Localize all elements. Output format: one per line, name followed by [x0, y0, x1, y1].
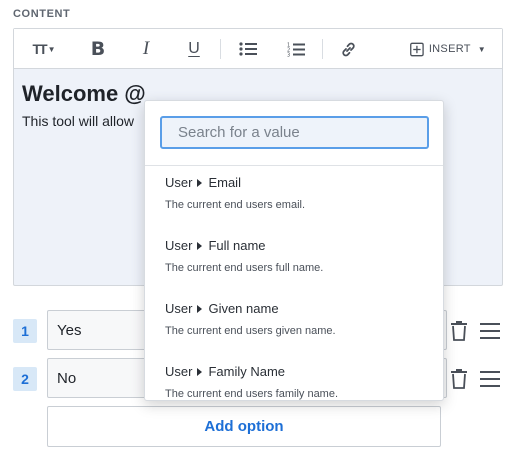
drag-handle[interactable]	[479, 319, 501, 343]
value-item-name: Family Name	[208, 364, 286, 379]
value-item-group: User	[165, 238, 193, 253]
bulleted-list-button[interactable]	[236, 37, 260, 61]
value-item-group: User	[165, 301, 193, 316]
value-list-item[interactable]: User Email The current end users email.	[145, 167, 443, 230]
value-item-name: Full name	[208, 238, 266, 253]
value-item-description: The current end users given name.	[165, 325, 336, 337]
plus-box-icon	[410, 42, 424, 56]
caret-right-icon	[197, 178, 203, 187]
trash-icon	[451, 369, 467, 389]
italic-button[interactable]: I	[134, 37, 158, 61]
insert-button[interactable]: INSERT ▼	[410, 37, 486, 61]
delete-option-button[interactable]	[449, 319, 469, 343]
value-search-input[interactable]	[160, 116, 429, 149]
value-list-item[interactable]: User Family Name The current end users f…	[145, 356, 443, 400]
chevron-down-icon: ▼	[47, 44, 56, 54]
value-item-name: Email	[208, 175, 241, 190]
numbered-list-icon: 1 2 3	[287, 42, 305, 57]
value-item-name: Given name	[208, 301, 279, 316]
value-item-title: User Given name	[165, 301, 443, 316]
option-number-badge: 2	[13, 367, 37, 391]
mention-value-popup: User Email The current end users email. …	[144, 100, 444, 401]
underline-icon: U	[188, 40, 200, 57]
drag-handle[interactable]	[479, 367, 501, 391]
caret-right-icon	[197, 241, 203, 250]
toolbar-divider	[322, 39, 323, 59]
value-item-description: The current end users full name.	[165, 262, 324, 274]
editor-toolbar: TT ▼ B I U 1 2 3 INSERT ▼	[14, 29, 502, 69]
svg-text:3: 3	[287, 52, 290, 57]
chevron-down-icon: ▼	[477, 44, 486, 54]
bold-icon: B	[90, 38, 106, 60]
text-size-icon: TT	[32, 41, 47, 57]
delete-option-button[interactable]	[449, 367, 469, 391]
insert-label: INSERT	[428, 43, 471, 55]
text-size-button[interactable]: TT ▼	[26, 37, 62, 61]
popup-search-area	[145, 101, 443, 166]
drag-handle-icon	[480, 323, 500, 339]
value-list-item[interactable]: User Given name The current end users gi…	[145, 293, 443, 356]
value-item-title: User Family Name	[165, 364, 443, 379]
value-list-item[interactable]: User Full name The current end users ful…	[145, 230, 443, 293]
bulleted-list-icon	[239, 42, 257, 56]
value-item-group: User	[165, 364, 193, 379]
add-option-button[interactable]: Add option	[47, 406, 441, 447]
toolbar-divider	[220, 39, 221, 59]
bold-button[interactable]: B	[86, 37, 110, 61]
link-icon	[341, 42, 355, 56]
numbered-list-button[interactable]: 1 2 3	[284, 37, 308, 61]
value-item-description: The current end users email.	[165, 199, 306, 211]
caret-right-icon	[197, 304, 203, 313]
value-item-title: User Email	[165, 175, 443, 190]
value-item-group: User	[165, 175, 193, 190]
italic-icon: I	[142, 38, 150, 59]
underline-button[interactable]: U	[182, 37, 206, 61]
option-number-badge: 1	[13, 319, 37, 343]
caret-right-icon	[197, 367, 203, 376]
value-list: User Email The current end users email. …	[145, 167, 443, 400]
value-item-title: User Full name	[165, 238, 443, 253]
link-button[interactable]	[336, 37, 360, 61]
value-item-description: The current end users family name.	[165, 388, 339, 400]
trash-icon	[451, 321, 467, 341]
drag-handle-icon	[480, 371, 500, 387]
section-label: CONTENT	[13, 8, 71, 20]
